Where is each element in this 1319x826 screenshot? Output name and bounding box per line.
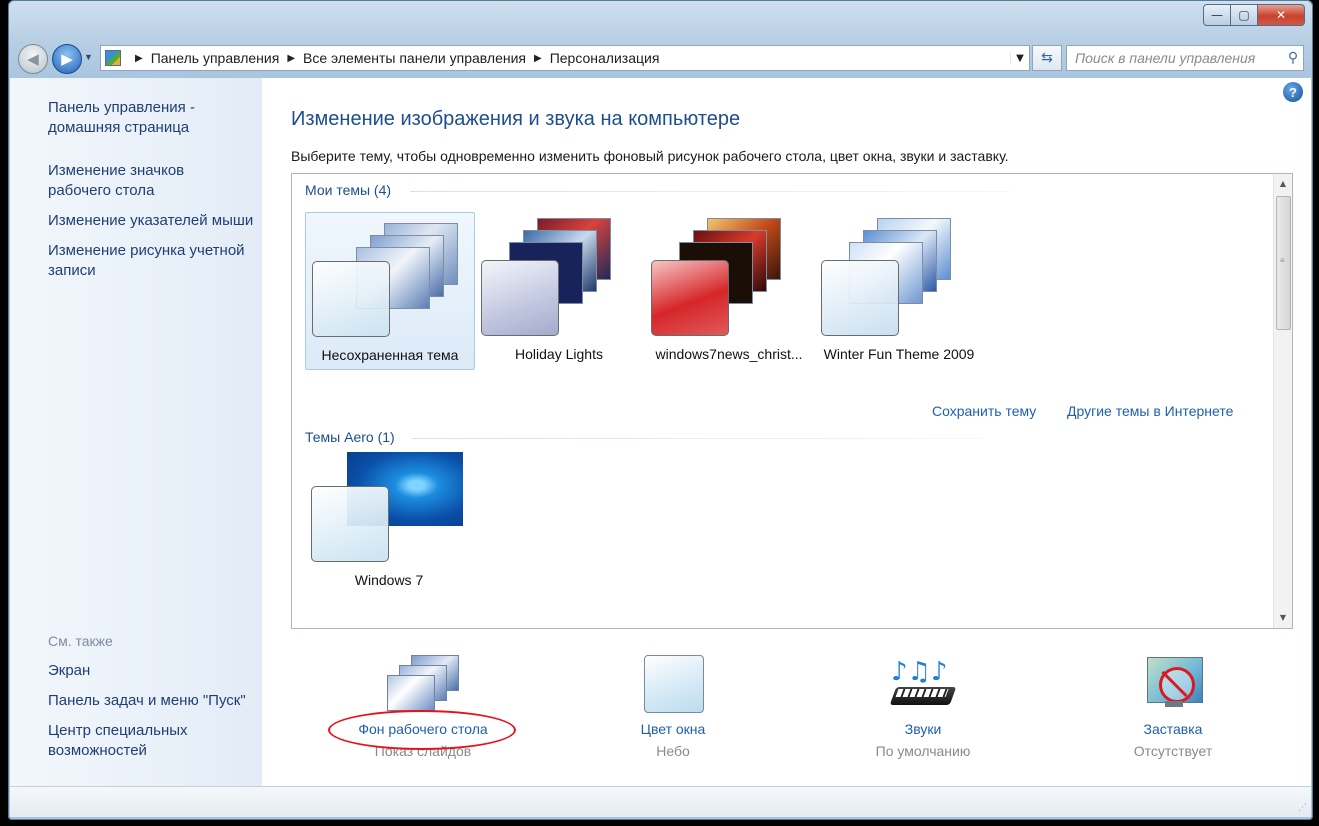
address-dropdown-icon[interactable]: ▼: [1010, 52, 1029, 64]
sounds-value: По умолчанию: [875, 743, 971, 759]
theme-tile-unsaved[interactable]: Несохраненная тема: [305, 212, 475, 370]
window-controls: — ▢ ✕: [1203, 4, 1305, 26]
more-themes-online-link[interactable]: Другие темы в Интернете: [1067, 403, 1233, 419]
see-also-link-accessibility[interactable]: Центр специальных возможностей: [48, 721, 208, 761]
window-color-swatch: [312, 261, 390, 337]
highlight-annotation: [328, 710, 516, 750]
screensaver-value: Отсутствует: [1133, 743, 1213, 759]
see-also-label: См. также: [48, 633, 113, 649]
theme-name: Windows 7: [354, 572, 424, 588]
sidebar-link-account-picture[interactable]: Изменение рисунка учетной записи: [48, 241, 258, 281]
chevron-down-icon: ▼: [84, 52, 93, 62]
theme-tile-winter-fun[interactable]: Winter Fun Theme 2009: [815, 212, 983, 368]
recent-pages-dropdown[interactable]: ▼: [84, 52, 93, 62]
help-icon: ?: [1289, 84, 1297, 100]
theme-name: Winter Fun Theme 2009: [823, 346, 975, 362]
group-label-aero-themes: Темы Aero (1): [305, 429, 395, 445]
scroll-up-icon[interactable]: ▲: [1274, 176, 1292, 192]
group-divider: [410, 191, 1010, 192]
maximize-button[interactable]: ▢: [1231, 4, 1258, 26]
refresh-button[interactable]: ⇆: [1032, 45, 1062, 71]
sidebar-link-mouse-pointers[interactable]: Изменение указателей мыши: [48, 211, 262, 231]
breadcrumb-item-control-panel[interactable]: Панель управления: [151, 50, 280, 66]
theme-tile-windows7news-christmas[interactable]: windows7news_christ...: [645, 212, 813, 368]
page-title: Изменение изображения и звука на компьют…: [291, 108, 741, 130]
window-color-swatch: [821, 260, 899, 336]
resize-grip-icon[interactable]: ⋰: [1298, 803, 1307, 813]
scroll-thumb[interactable]: ≡: [1276, 196, 1291, 330]
arrow-right-icon: ▶: [61, 50, 73, 68]
screensaver-setting[interactable]: Заставка Отсутствует: [1073, 653, 1273, 759]
sidebar: Панель управления - домашняя страница Из…: [10, 78, 262, 786]
back-button[interactable]: ◀: [18, 44, 48, 74]
desktop-background-icon: [385, 653, 461, 715]
see-also-link-taskbar[interactable]: Панель задач и меню "Пуск": [48, 691, 262, 711]
themes-list[interactable]: Мои темы (4) Несохраненная тема Holiday …: [291, 173, 1293, 629]
theme-tile-holiday-lights[interactable]: Holiday Lights: [475, 212, 643, 368]
arrow-left-icon: ◀: [27, 50, 39, 68]
scroll-down-icon[interactable]: ▼: [1274, 610, 1292, 626]
minimize-button[interactable]: —: [1203, 4, 1231, 26]
control-panel-icon: [105, 50, 121, 66]
window-color-swatch: [311, 486, 389, 562]
group-divider: [412, 438, 982, 439]
search-box[interactable]: ⚲: [1066, 45, 1304, 71]
close-button[interactable]: ✕: [1258, 4, 1305, 26]
theme-name: Несохраненная тема: [321, 347, 459, 363]
breadcrumb-separator-icon[interactable]: ▶: [287, 53, 295, 64]
refresh-icon: ⇆: [1041, 50, 1053, 66]
grip-icon: ≡: [1280, 256, 1285, 265]
theme-tile-windows-7[interactable]: Windows 7: [305, 452, 473, 608]
window-color-label[interactable]: Цвет окна: [573, 721, 773, 737]
search-input[interactable]: [1067, 49, 1283, 67]
window-color-setting[interactable]: Цвет окна Небо: [573, 653, 773, 759]
breadcrumb-item-all-items[interactable]: Все элементы панели управления: [303, 50, 526, 66]
sounds-label[interactable]: Звуки: [823, 721, 1023, 737]
themes-scrollbar[interactable]: ▲ ≡ ▼: [1273, 174, 1292, 628]
theme-name: Holiday Lights: [515, 346, 603, 362]
screensaver-label[interactable]: Заставка: [1073, 721, 1273, 737]
sounds-setting[interactable]: ♪♫♪ Звуки По умолчанию: [823, 653, 1023, 759]
status-bar: ⋰: [10, 786, 1311, 817]
see-also-link-display[interactable]: Экран: [48, 661, 248, 681]
content-area: Панель управления - домашняя страница Из…: [10, 78, 1311, 786]
search-icon[interactable]: ⚲: [1283, 50, 1303, 66]
window-color-value: Небо: [656, 743, 690, 759]
window-color-swatch: [651, 260, 729, 336]
page-subtitle: Выберите тему, чтобы одновременно измени…: [291, 148, 1009, 164]
group-label-my-themes: Мои темы (4): [305, 182, 392, 198]
theme-name: windows7news_christ...: [655, 346, 803, 362]
sidebar-link-desktop-icons[interactable]: Изменение значков рабочего стола: [48, 161, 218, 201]
help-button[interactable]: ?: [1283, 82, 1303, 102]
window-color-swatch: [481, 260, 559, 336]
sidebar-link-home[interactable]: Панель управления - домашняя страница: [48, 98, 228, 138]
breadcrumb-separator-icon[interactable]: ▶: [534, 53, 542, 64]
address-bar[interactable]: ▶ Панель управления ▶ Все элементы панел…: [100, 45, 1030, 71]
explorer-window: — ▢ ✕ ◀ ▶ ▼ ▶ Панель управления ▶ Все эл…: [8, 0, 1313, 820]
window-color-icon: [635, 653, 711, 715]
screensaver-icon: [1135, 653, 1211, 715]
save-theme-link[interactable]: Сохранить тему: [932, 403, 1036, 419]
breadcrumb-separator-icon[interactable]: ▶: [135, 53, 143, 64]
sounds-icon: ♪♫♪: [885, 653, 961, 715]
breadcrumb-item-personalization[interactable]: Персонализация: [550, 50, 660, 66]
forward-button[interactable]: ▶: [52, 44, 82, 74]
